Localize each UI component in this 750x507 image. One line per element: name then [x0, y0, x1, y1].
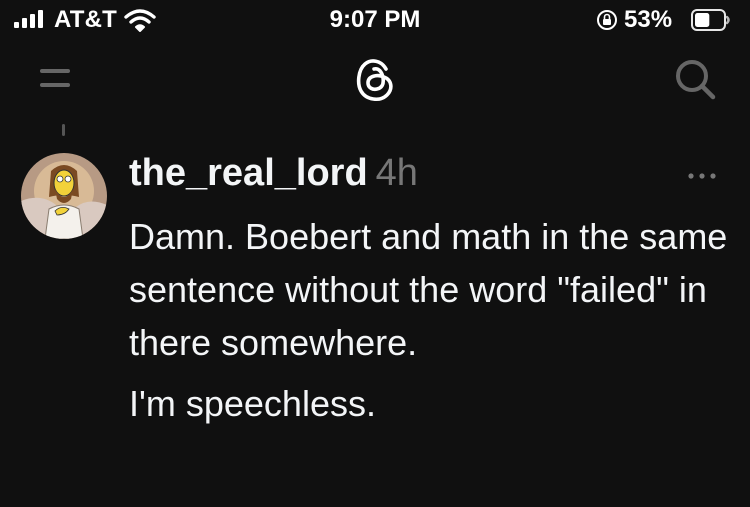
search-icon[interactable] [672, 56, 718, 102]
status-bar: AT&T 9:07 PM 53% [0, 0, 750, 44]
ellipsis-icon[interactable] [687, 172, 717, 180]
menu-icon[interactable] [38, 66, 72, 90]
top-nav [0, 44, 750, 114]
post-header: the_real_lord 4h [129, 150, 418, 196]
post-paragraph: Damn. Boebert and math in the same sente… [129, 216, 728, 363]
post-paragraph: I'm speechless. [129, 383, 376, 424]
threads-logo-icon[interactable] [353, 57, 397, 103]
thread-line [62, 124, 65, 136]
post-body: Damn. Boebert and math in the same sente… [129, 210, 739, 430]
username[interactable]: the_real_lord [129, 152, 368, 194]
battery-percent: 53% [624, 6, 673, 33]
battery-icon [691, 9, 730, 31]
avatar[interactable] [21, 153, 107, 239]
post-time: 4h [375, 152, 418, 194]
rotation-lock-icon [597, 10, 617, 30]
